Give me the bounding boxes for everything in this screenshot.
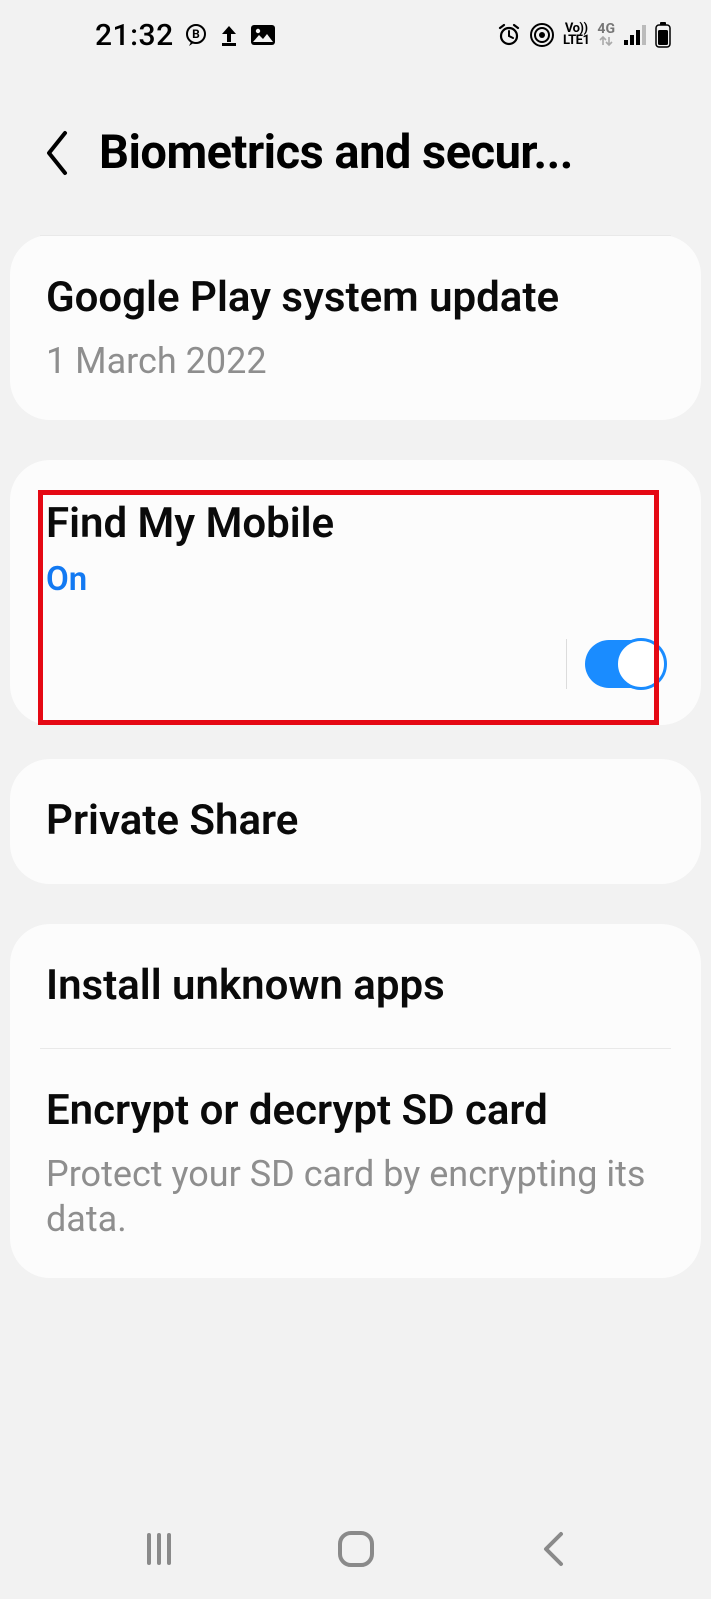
status-time: 21:32 xyxy=(95,18,174,53)
home-icon xyxy=(335,1528,377,1570)
page-header: Biometrics and secur... xyxy=(0,70,711,235)
svg-text:B: B xyxy=(192,27,200,41)
page-title: Biometrics and secur... xyxy=(99,125,573,180)
row-subtitle: Protect your SD card by encrypting its d… xyxy=(46,1152,665,1242)
message-b-icon: B xyxy=(184,23,208,47)
row-title: Find My Mobile xyxy=(46,498,665,551)
signal-icon xyxy=(623,24,647,46)
divider xyxy=(566,639,567,689)
navigation-bar xyxy=(0,1499,711,1599)
nav-home-button[interactable] xyxy=(326,1519,386,1579)
row-title: Google Play system update xyxy=(46,272,665,325)
row-find-my-mobile[interactable]: Find My Mobile On xyxy=(10,460,701,620)
card-private-share: Private Share xyxy=(10,759,701,884)
status-right: Vo)) LTE1 4G xyxy=(497,22,671,48)
back-button[interactable] xyxy=(35,131,79,175)
row-title: Encrypt or decrypt SD card xyxy=(46,1085,665,1138)
battery-icon xyxy=(655,22,671,48)
find-my-mobile-toggle[interactable] xyxy=(585,640,665,688)
nav-recents-button[interactable] xyxy=(129,1519,189,1579)
hotspot-icon xyxy=(529,22,555,48)
row-private-share[interactable]: Private Share xyxy=(10,759,701,884)
row-status: On xyxy=(46,560,665,599)
toggle-knob xyxy=(615,638,667,690)
card-update: Google Play system update 1 March 2022 xyxy=(10,235,701,420)
status-left: 21:32 B xyxy=(95,18,276,53)
nav-back-button[interactable] xyxy=(523,1519,583,1579)
upload-icon xyxy=(218,23,240,47)
recents-icon xyxy=(139,1529,179,1569)
chevron-left-icon xyxy=(42,129,72,177)
status-bar: 21:32 B Vo)) LTE1 4G xyxy=(0,0,711,70)
toggle-row xyxy=(10,619,701,725)
alarm-icon xyxy=(497,23,521,47)
row-install-unknown-apps[interactable]: Install unknown apps xyxy=(10,924,701,1049)
row-title: Install unknown apps xyxy=(46,960,665,1013)
row-subtitle: 1 March 2022 xyxy=(46,339,665,384)
card-misc: Install unknown apps Encrypt or decrypt … xyxy=(10,924,701,1278)
card-find-my-mobile: Find My Mobile On xyxy=(10,460,701,726)
gallery-icon xyxy=(250,23,276,47)
row-encrypt-sd-card[interactable]: Encrypt or decrypt SD card Protect your … xyxy=(40,1048,671,1278)
4g-indicator: 4G xyxy=(597,23,615,48)
row-google-play-update[interactable]: Google Play system update 1 March 2022 xyxy=(10,236,701,420)
row-title: Private Share xyxy=(46,795,665,848)
chevron-left-icon xyxy=(538,1528,568,1570)
volte-indicator: Vo)) LTE1 xyxy=(563,23,589,46)
